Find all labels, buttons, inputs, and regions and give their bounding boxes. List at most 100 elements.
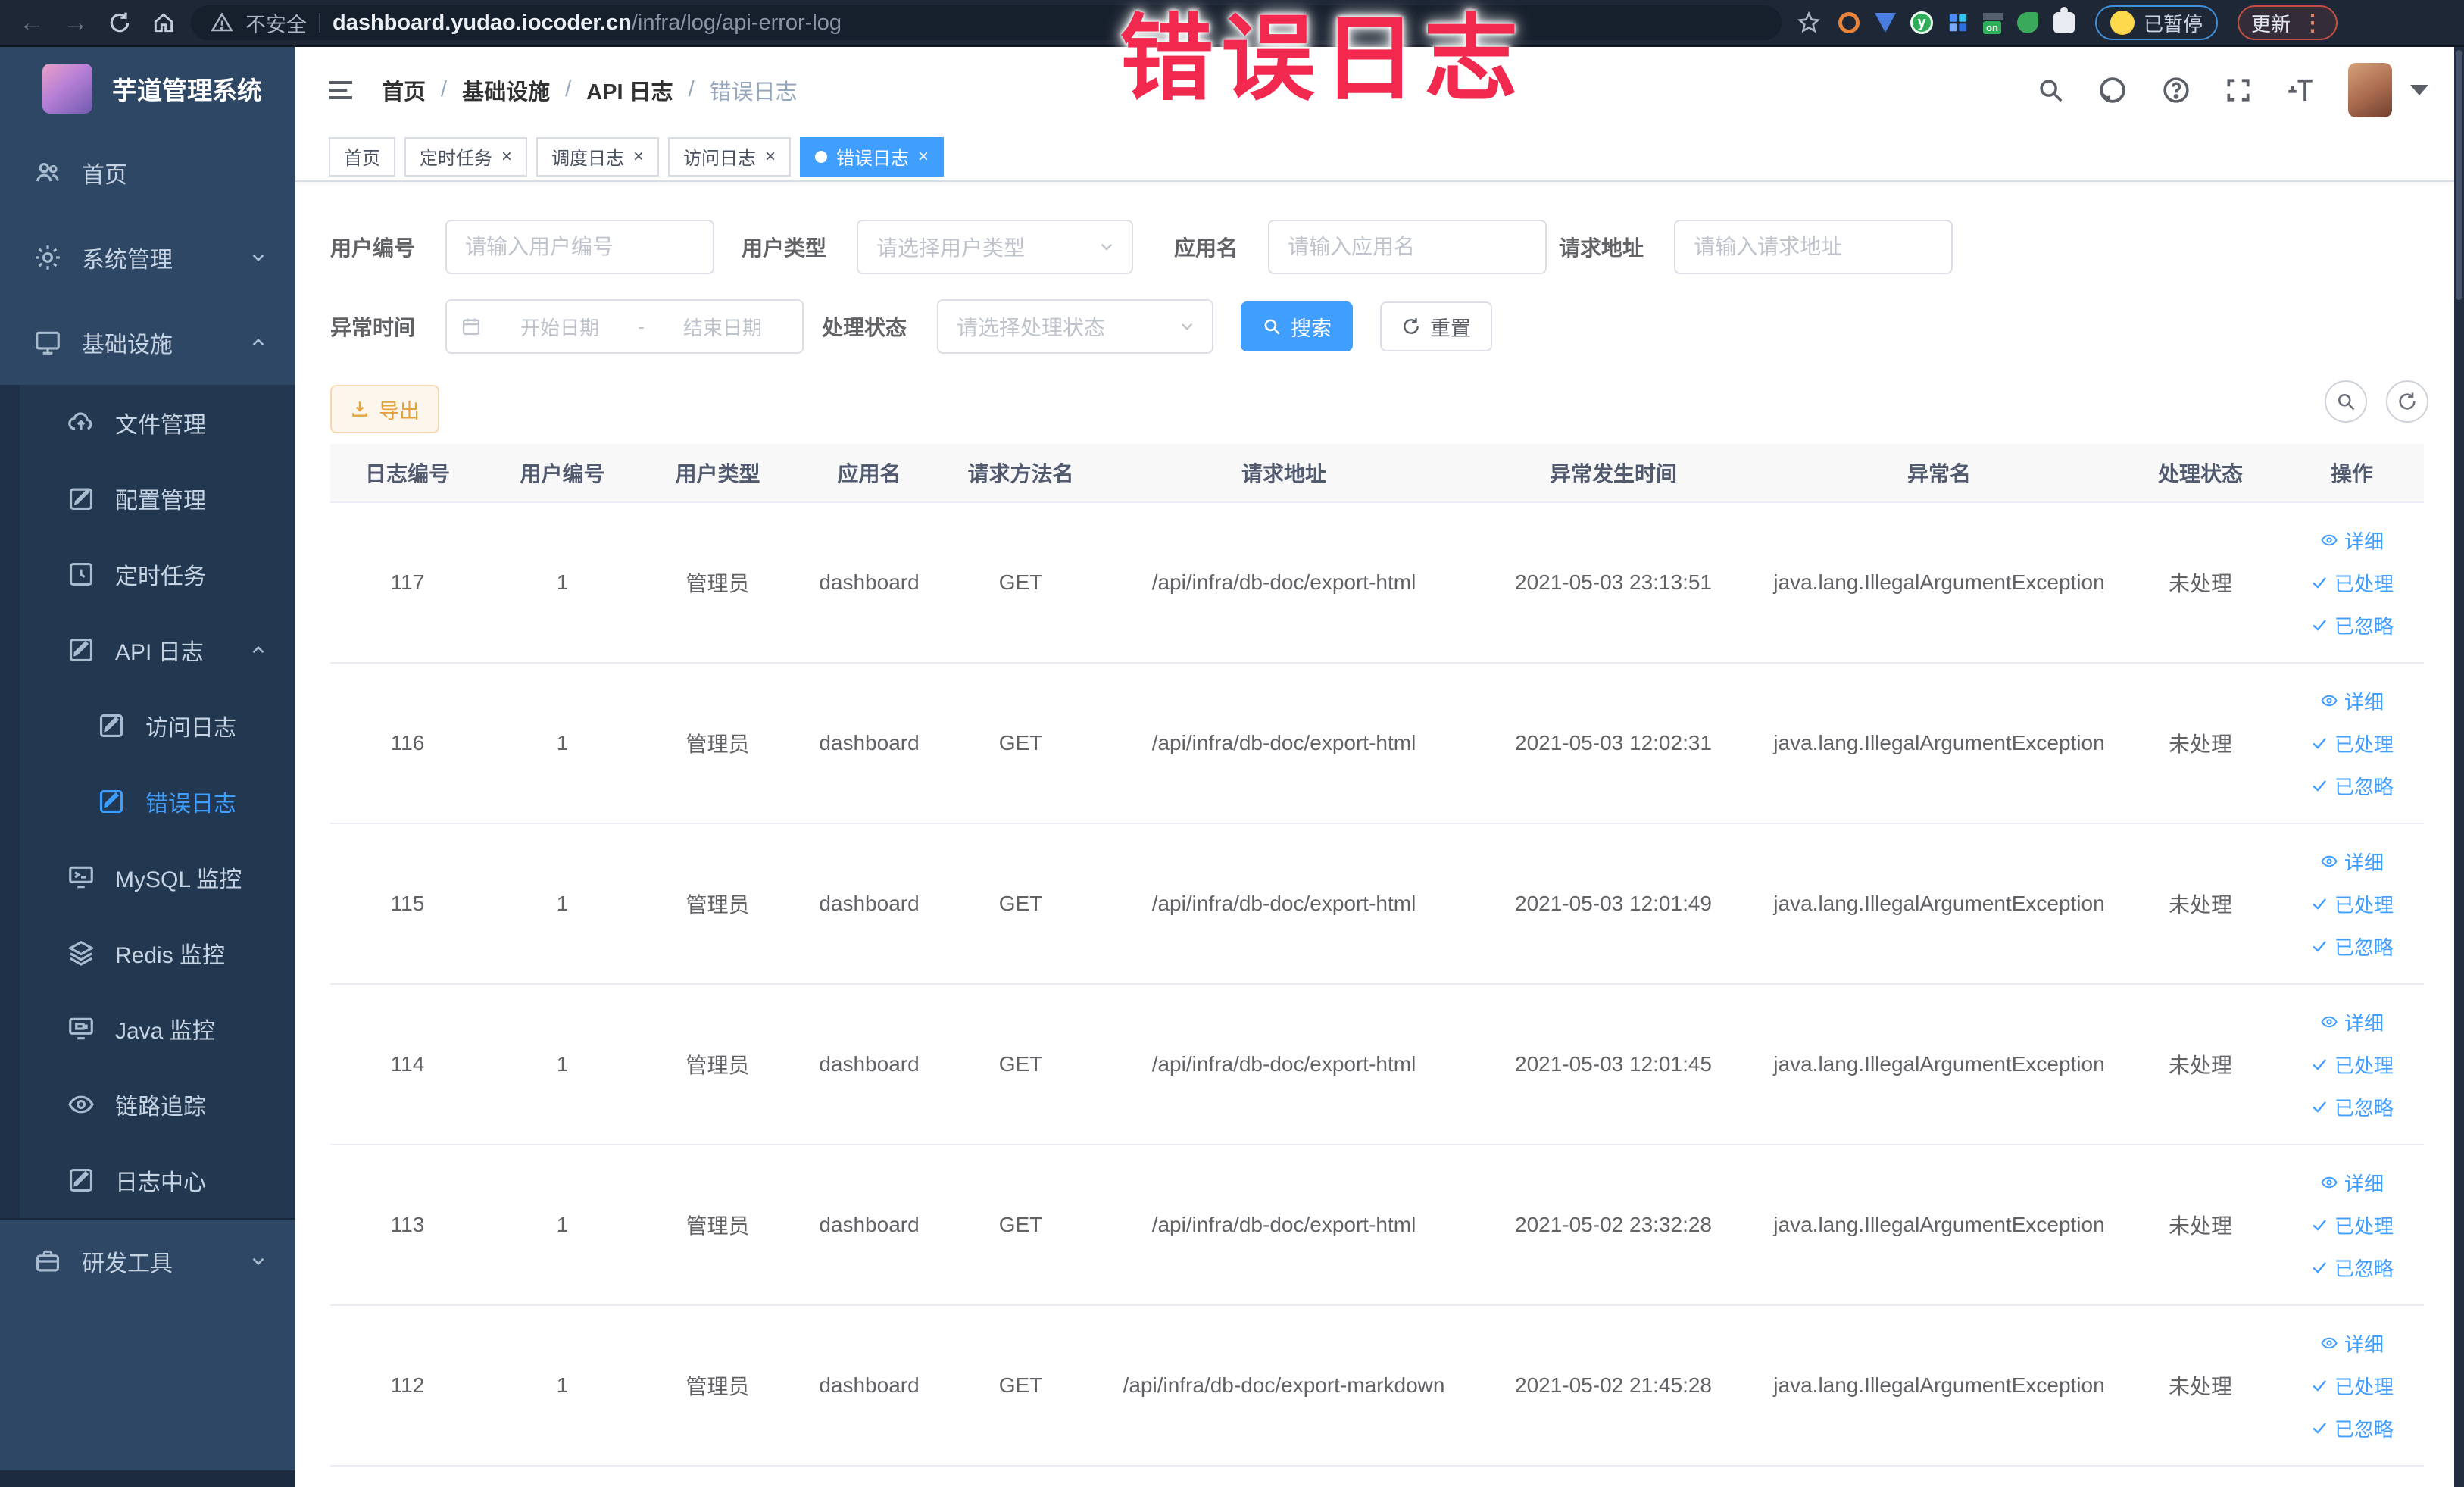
search-button[interactable]: 搜索	[1241, 301, 1354, 351]
tab-schedule-log[interactable]: 调度日志 ×	[536, 136, 660, 177]
search-icon[interactable]	[2036, 76, 2065, 105]
cell-user-id: 1	[485, 984, 640, 1145]
sidebar-item-scheduled-jobs[interactable]: 定时任务	[0, 536, 295, 612]
sidebar-toggle-icon[interactable]	[326, 75, 356, 105]
tab-error-log[interactable]: 错误日志 ×	[800, 136, 945, 177]
detail-link[interactable]: 详细	[2320, 1324, 2384, 1362]
extension-onoff-icon[interactable]: on	[1982, 11, 2004, 34]
scrollbar-thumb[interactable]	[2456, 50, 2462, 300]
app-logo-row[interactable]: 芋道管理系统	[0, 47, 295, 130]
extension-grid-icon[interactable]	[1945, 10, 1971, 36]
mark-processed-link[interactable]: 已处理	[2310, 724, 2394, 762]
back-icon[interactable]: ←	[15, 6, 48, 39]
sidebar-item-file-manage[interactable]: 文件管理	[0, 385, 295, 461]
cell-log-id: 113	[330, 1145, 485, 1306]
cell-request-url: /api/infra/db-doc/export-html	[1098, 663, 1469, 824]
mark-processed-link[interactable]: 已处理	[2310, 885, 2394, 923]
fullscreen-icon[interactable]	[2224, 76, 2253, 105]
user-menu-caret-icon[interactable]	[2410, 84, 2428, 95]
toggle-search-button[interactable]	[2325, 380, 2367, 423]
mark-ignored-link[interactable]: 已忽略	[2310, 1248, 2394, 1286]
browser-scrollbar[interactable]	[2454, 47, 2464, 1487]
refresh-table-button[interactable]	[2386, 380, 2428, 423]
sidebar-item-java-monitor[interactable]: Java 监控	[0, 991, 295, 1067]
forward-icon[interactable]: →	[59, 6, 92, 39]
sidebar-item-error-log[interactable]: 错误日志	[0, 764, 295, 839]
user-type-select[interactable]: 请选择用户类型	[857, 220, 1134, 274]
sidebar-item-system[interactable]: 系统管理	[0, 215, 295, 300]
home-icon[interactable]	[147, 6, 180, 39]
url-text[interactable]: dashboard.yudao.iocoder.cn/infra/log/api…	[333, 11, 842, 36]
app-title: 芋道管理系统	[112, 77, 262, 105]
detail-link[interactable]: 详细	[2320, 1003, 2384, 1041]
request-url-input[interactable]	[1674, 220, 1953, 274]
browser-update-button[interactable]: 更新 ⋮	[2238, 5, 2338, 40]
detail-link[interactable]: 详细	[2320, 1164, 2384, 1201]
close-icon[interactable]: ×	[765, 147, 776, 166]
sidebar-item-infra[interactable]: 基础设施	[0, 300, 295, 385]
bookmark-star-icon[interactable]	[1792, 6, 1825, 39]
extension-green-badge-icon[interactable]: y	[1909, 10, 1935, 36]
browser-menu-icon[interactable]: ⋮	[2301, 10, 2324, 36]
detail-link[interactable]: 详细	[2320, 521, 2384, 559]
mark-processed-link[interactable]: 已处理	[2310, 1045, 2394, 1083]
cell-actions: 详细 已处理 已忽略	[2280, 663, 2424, 824]
font-size-icon[interactable]	[2284, 74, 2316, 106]
reload-icon[interactable]	[103, 6, 136, 39]
mark-processed-link[interactable]: 已处理	[2310, 1367, 2394, 1404]
sidebar-item-home[interactable]: 首页	[0, 130, 295, 215]
detail-link[interactable]: 详细	[2320, 682, 2384, 720]
process-status-select[interactable]: 请选择处理状态	[937, 299, 1214, 354]
sidebar-item-mysql-monitor[interactable]: MySQL 监控	[0, 839, 295, 915]
github-icon[interactable]	[2097, 74, 2128, 106]
sidebar-item-api-log[interactable]: API 日志	[0, 612, 295, 688]
mark-ignored-link[interactable]: 已忽略	[2310, 1409, 2394, 1447]
table-header: 日志编号 用户编号 用户类型 应用名 请求方法名 请求地址 异常发生时间 异常名…	[330, 444, 2424, 503]
address-bar[interactable]: 不安全 dashboard.yudao.iocoder.cn/infra/log…	[191, 5, 1782, 40]
detail-link[interactable]: 详细	[2320, 842, 2384, 880]
export-button[interactable]: 导出	[330, 385, 439, 433]
cell-user-type: 管理员	[640, 823, 795, 985]
breadcrumb-infra[interactable]: 基础设施	[462, 74, 550, 106]
user-id-input[interactable]	[445, 220, 715, 274]
mark-processed-link[interactable]: 已处理	[2310, 564, 2394, 601]
extension-leaf-icon[interactable]	[2015, 10, 2041, 36]
help-icon[interactable]	[2160, 74, 2192, 106]
close-icon[interactable]: ×	[501, 147, 512, 166]
tab-scheduled-jobs[interactable]: 定时任务 ×	[404, 136, 528, 177]
extension-shield-icon[interactable]	[1872, 10, 1898, 36]
app-name-input[interactable]	[1268, 220, 1547, 274]
mark-ignored-link[interactable]: 已忽略	[2310, 1088, 2394, 1126]
sidebar-item-config-manage[interactable]: 配置管理	[0, 461, 295, 536]
profile-paused-badge[interactable]: 已暂停	[2095, 5, 2219, 40]
close-icon[interactable]: ×	[633, 147, 644, 166]
avatar[interactable]	[2348, 62, 2392, 117]
mark-processed-link[interactable]: 已处理	[2310, 1206, 2394, 1244]
reset-button[interactable]: 重置	[1380, 301, 1493, 351]
sidebar-item-access-log[interactable]: 访问日志	[0, 688, 295, 764]
check-icon	[2313, 1262, 2326, 1273]
breadcrumb-api-log[interactable]: API 日志	[586, 74, 673, 106]
exception-time-range-picker[interactable]: 开始日期 - 结束日期	[445, 299, 804, 354]
sidebar-item-redis-monitor[interactable]: Redis 监控	[0, 915, 295, 991]
briefcase-icon	[36, 1250, 60, 1272]
extension-orange-icon[interactable]	[1836, 10, 1862, 36]
mark-ignored-link[interactable]: 已忽略	[2310, 927, 2394, 965]
tab-access-log[interactable]: 访问日志 ×	[668, 136, 792, 177]
cell-user-id: 1	[485, 663, 640, 824]
process-status-label: 处理状态	[822, 316, 907, 339]
breadcrumb-home[interactable]: 首页	[382, 74, 426, 106]
tags-view-bar: 首页 定时任务 × 调度日志 × 访问日志 × 错误日志 ×	[295, 133, 2454, 182]
mark-ignored-link[interactable]: 已忽略	[2310, 606, 2394, 644]
sidebar-item-log-center[interactable]: 日志中心	[0, 1142, 295, 1218]
check-icon	[2313, 577, 2326, 589]
tab-home[interactable]: 首页	[329, 136, 395, 177]
extensions-puzzle-icon[interactable]	[2051, 7, 2077, 36]
mark-ignored-link[interactable]: 已忽略	[2310, 767, 2394, 804]
sidebar-item-trace[interactable]: 链路追踪	[0, 1067, 295, 1142]
security-label[interactable]: 不安全	[245, 8, 307, 38]
sidebar-item-dev-tools[interactable]: 研发工具	[0, 1218, 295, 1303]
close-icon[interactable]: ×	[918, 147, 929, 166]
eye-icon	[2321, 1337, 2338, 1349]
sidebar-collapse-bar[interactable]	[0, 1470, 295, 1487]
